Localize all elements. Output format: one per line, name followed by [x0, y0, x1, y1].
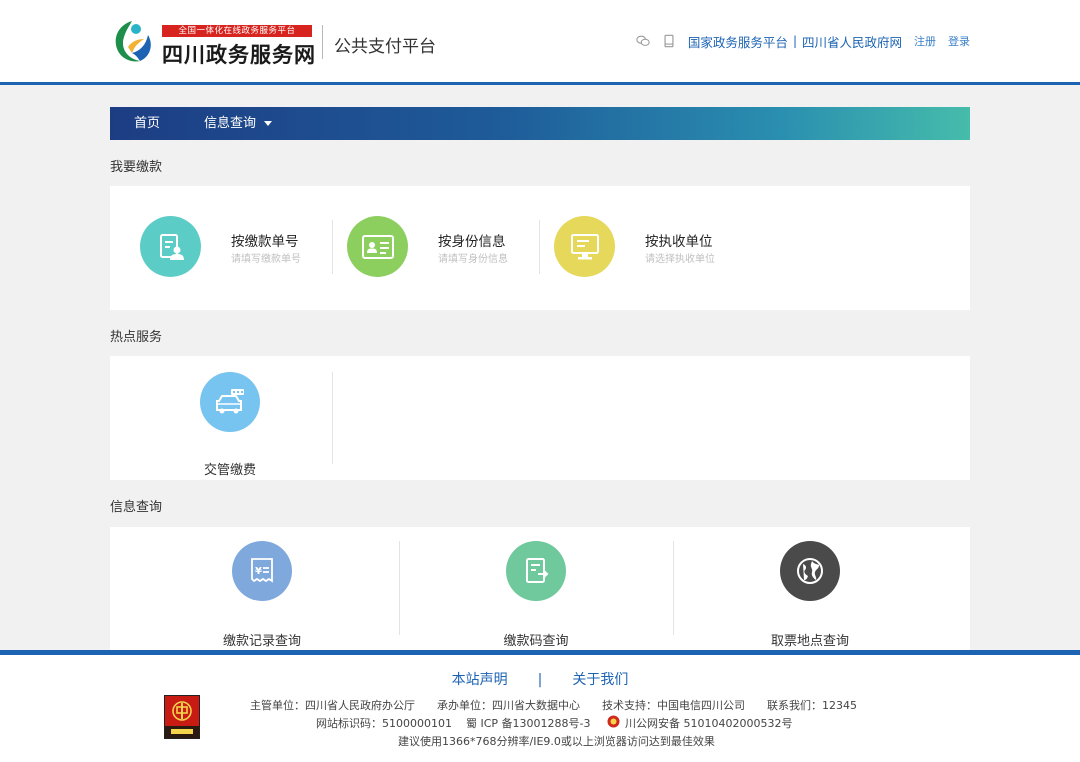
id-card-icon — [347, 216, 408, 277]
info-divider — [399, 541, 400, 635]
site-logo[interactable]: 全国一体化在线政务服务平台 四川政务服务网 — [110, 17, 320, 67]
logo-mark-icon — [115, 21, 151, 62]
pay-panel: 按缴款单号 请填写缴款单号 按身份信息 请填写身份信息 按执收单位 请选择执收单… — [110, 186, 970, 310]
national-platform-link[interactable]: 国家政务服务平台 — [688, 32, 788, 51]
header-links: 国家政务服务平台 | 四川省人民政府网 注册 登录 — [636, 32, 970, 51]
login-link[interactable]: 登录 — [948, 33, 970, 49]
nav-info-query[interactable]: 信息查询 — [204, 107, 273, 140]
receipt-icon: ¥ — [232, 541, 292, 601]
service-traffic-fee[interactable]: 交管缴费 — [170, 370, 290, 478]
footer-police-record[interactable]: 川公网安备 51010402000532号 — [625, 715, 792, 731]
footer-browser-hint: 建议使用1366*768分辨率/IE9.0或以上浏览器访问达到最佳效果 — [398, 735, 715, 748]
site-statement-link[interactable]: 本站声明 — [452, 672, 508, 688]
hot-divider — [332, 372, 333, 464]
query-label: 缴款码查询 — [503, 634, 569, 649]
gov-site-badge-icon[interactable] — [164, 695, 200, 739]
logo-name: 四川政务服务网 — [162, 43, 316, 67]
header-link-separator: | — [792, 34, 797, 48]
query-ticket-locations[interactable]: 取票地点查询 — [750, 541, 870, 649]
footer-link-separator: | — [537, 672, 543, 688]
svg-text:¥: ¥ — [255, 566, 262, 577]
globe-icon — [780, 541, 840, 601]
query-payment-records[interactable]: ¥ 缴款记录查询 — [202, 541, 322, 649]
pay-option-label: 按执收单位 — [645, 234, 713, 250]
info-divider — [673, 541, 674, 635]
wechat-icon[interactable] — [636, 34, 650, 48]
hot-services-panel: 交管缴费 — [110, 356, 970, 480]
police-emblem-icon — [607, 715, 620, 728]
payer-document-icon — [140, 216, 201, 277]
footer-icp[interactable]: 蜀 ICP 备13001288号-3 — [466, 715, 591, 731]
register-link[interactable]: 注册 — [914, 33, 936, 49]
query-payment-code[interactable]: 缴款码查询 — [476, 541, 596, 649]
footer-site-id: 网站标识码：5100000101 — [316, 717, 452, 730]
pay-divider — [332, 220, 333, 274]
section-title-hot: 热点服务 — [110, 330, 163, 345]
query-label: 缴款记录查询 — [222, 634, 301, 649]
platform-title: 公共支付平台 — [334, 37, 436, 57]
pay-by-identity[interactable]: 按身份信息 请填写身份信息 — [347, 216, 547, 278]
pay-by-bill-number[interactable]: 按缴款单号 请填写缴款单号 — [140, 216, 340, 278]
info-query-panel: ¥ 缴款记录查询 缴款码查询 取票地点查询 — [110, 527, 970, 650]
pay-option-label: 按身份信息 — [438, 234, 506, 250]
service-label: 交管缴费 — [203, 463, 256, 478]
traffic-car-icon — [200, 372, 260, 432]
site-header: 全国一体化在线政务服务平台 四川政务服务网 公共支付平台 国家政务服务平台 | … — [0, 0, 1080, 85]
query-label: 取票地点查询 — [770, 634, 849, 649]
footer-links: 本站声明 | 关于我们 — [0, 669, 1080, 689]
main-nav: 首页 信息查询 — [110, 107, 970, 140]
pay-option-label: 按缴款单号 — [231, 234, 299, 250]
section-title-pay: 我要缴款 — [110, 160, 163, 175]
pay-divider — [539, 220, 540, 274]
pay-by-collection-unit[interactable]: 按执收单位 请选择执收单位 — [554, 216, 754, 278]
pay-option-hint: 请填写缴款单号 — [231, 254, 301, 265]
code-document-icon — [506, 541, 566, 601]
logo-banner: 全国一体化在线政务服务平台 — [162, 25, 312, 37]
caret-down-icon — [264, 121, 273, 126]
nav-info-query-label: 信息查询 — [204, 116, 257, 131]
footer-organization-info: 主管单位：四川省人民政府办公厅 承办单位：四川省大数据中心 技术支持：中国电信四… — [250, 699, 857, 712]
section-title-info: 信息查询 — [110, 500, 163, 515]
header-divider — [322, 25, 323, 59]
pay-option-hint: 请填写身份信息 — [438, 254, 508, 265]
site-footer: 本站声明 | 关于我们 主管单位：四川省人民政府办公厅 承办单位：四川省大数据中心 … — [0, 650, 1080, 762]
mobile-icon[interactable] — [662, 34, 676, 48]
nav-home[interactable]: 首页 — [134, 107, 160, 140]
about-us-link[interactable]: 关于我们 — [572, 672, 628, 688]
monitor-icon — [554, 216, 615, 277]
pay-option-hint: 请选择执收单位 — [645, 254, 715, 265]
province-gov-link[interactable]: 四川省人民政府网 — [802, 32, 902, 51]
